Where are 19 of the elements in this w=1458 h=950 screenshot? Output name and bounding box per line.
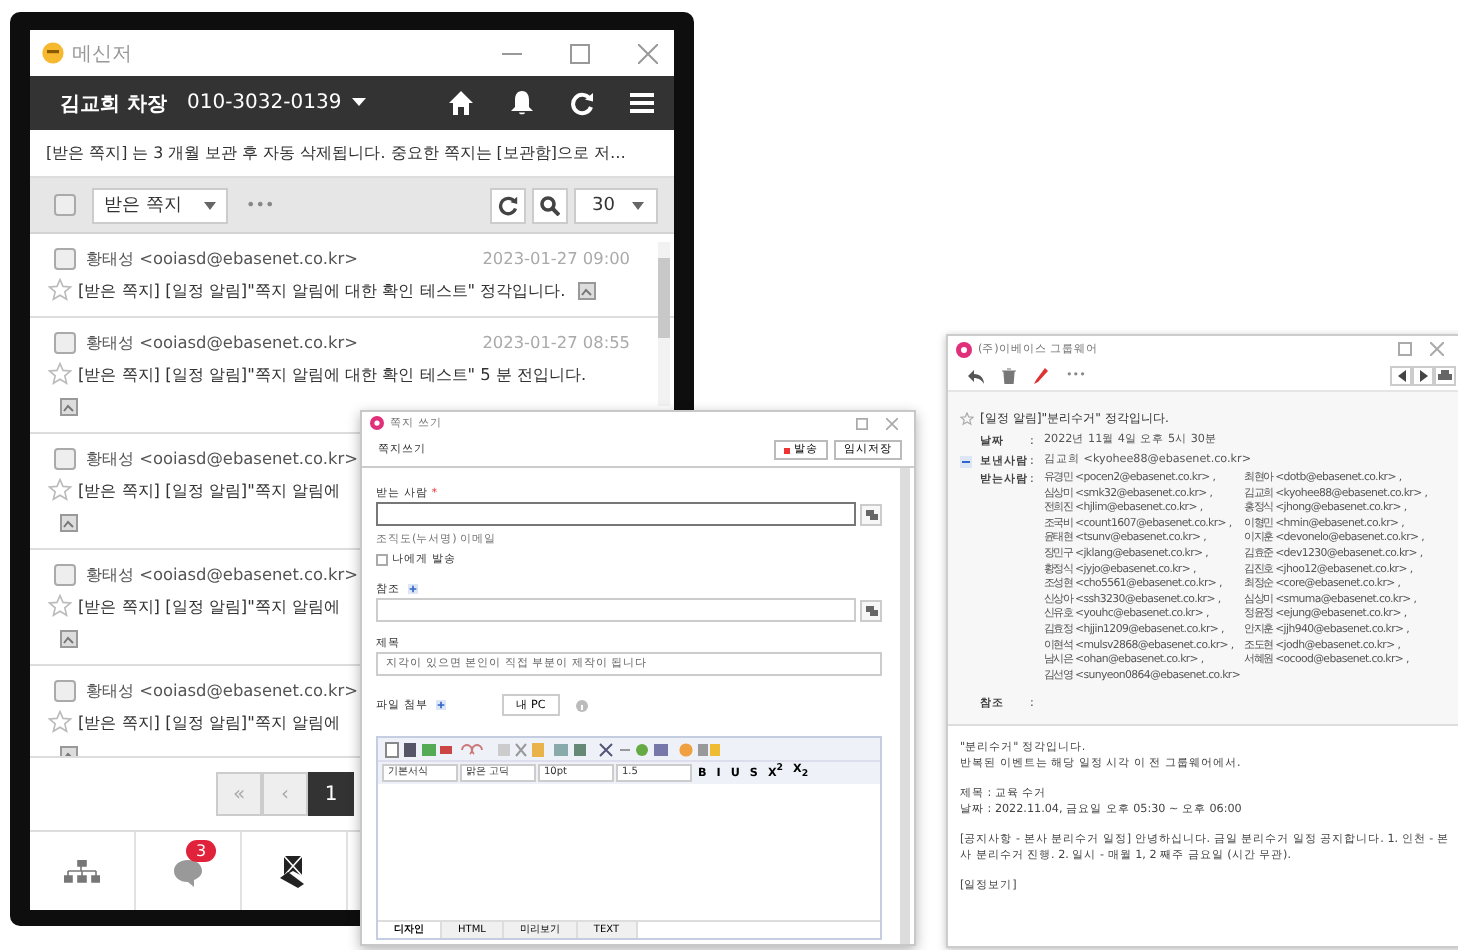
unread-badge: 3 (186, 839, 217, 861)
message-subject[interactable]: [받은 쪽지] [일정 알림]"쪽지 알림에 대한 확인 테스트" 5 분 전입니다. (78, 363, 587, 385)
message-sender: 황태성 <ooiasd@ebasenet.co.kr> (86, 331, 358, 353)
message-date: 2023-01-27 09:00 (482, 248, 630, 268)
message-subject[interactable]: [받은 쪽지] [일정 알림]"쪽지 알림에 (78, 595, 340, 617)
user-name: 김교희 차장 (60, 91, 167, 117)
page-button[interactable]: 1 (308, 772, 354, 816)
folder-select[interactable]: 받은 쪽지 (92, 187, 228, 223)
message-subject[interactable]: [받은 쪽지] [일정 알림]"쪽지 알림에 (78, 711, 340, 733)
message-subject[interactable]: [받은 쪽지] [일정 알림]"쪽지 알림에 대한 확인 테스트" 정각입니다. (78, 279, 566, 301)
page-size-select[interactable]: 30 (574, 187, 658, 223)
message-sender: 황태성 <ooiasd@ebasenet.co.kr> (86, 247, 358, 269)
message-subject[interactable]: [받은 쪽지] [일정 알림]"쪽지 알림에 (78, 479, 340, 501)
message-date: 2023-01-27 08:55 (482, 332, 630, 352)
message-sender: 황태성 <ooiasd@ebasenet.co.kr> (86, 679, 358, 701)
message-sender: 황태성 <ooiasd@ebasenet.co.kr> (86, 447, 358, 469)
window-title: 메신저 (72, 41, 132, 67)
message-sender: 황태성 <ooiasd@ebasenet.co.kr> (86, 563, 358, 585)
phone-number[interactable]: 010-3032-0139 (186, 92, 342, 114)
